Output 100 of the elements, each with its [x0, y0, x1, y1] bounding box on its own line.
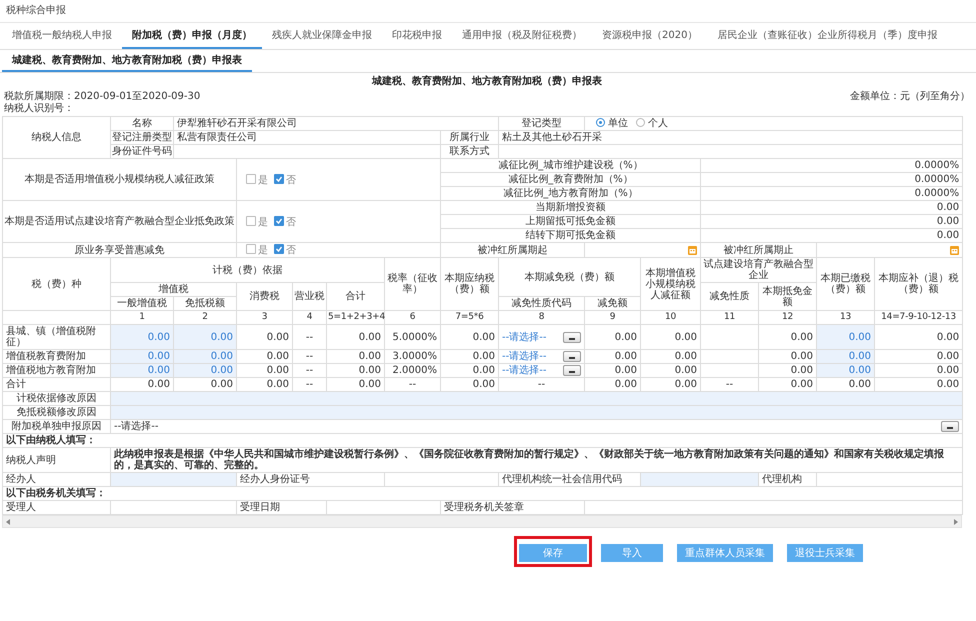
column-number: 7=5*6 — [440, 310, 499, 324]
label-cell: 所属行业 — [440, 130, 499, 144]
amount-input[interactable]: 0.00 — [110, 364, 174, 378]
action-button[interactable]: 退役士兵采集 — [787, 544, 863, 562]
value-cell: 0.00 — [584, 364, 641, 378]
radio-button[interactable] — [636, 118, 646, 127]
checkbox[interactable] — [246, 244, 256, 254]
header-cell: 本期应纳税（费）额 — [440, 258, 499, 310]
value-cell: 0.00 — [584, 350, 641, 364]
value-cell: 0.0000% — [700, 172, 963, 186]
label-cell: 经办人身份证号 — [236, 472, 384, 486]
checkbox[interactable] — [246, 216, 256, 226]
amount-input[interactable]: 0.00 — [816, 364, 875, 378]
tab[interactable]: 通用申报（税及附征税费） — [452, 23, 592, 49]
action-button[interactable]: 保存 — [519, 544, 587, 562]
header-cell: 免抵税额 — [174, 296, 236, 310]
tab[interactable]: 残疾人就业保障金申报 — [262, 23, 382, 49]
checkbox[interactable] — [274, 216, 284, 226]
label-cell: 登记注册类型 — [110, 130, 174, 144]
input-field[interactable] — [110, 472, 236, 486]
tax-period: 税款所属期限：2020-09-01至2020-09-30 — [4, 91, 200, 102]
value-cell: 0.00 — [326, 324, 384, 350]
picker-button[interactable] — [563, 332, 582, 342]
header-cell: 消费税 — [236, 282, 292, 310]
action-button[interactable]: 重点群体人员采集 — [677, 544, 773, 562]
header-cell: 减免性质代码 — [498, 296, 585, 310]
section-label: 以下由税务机关填写： — [2, 486, 963, 500]
label-cell: 代理机构统一社会信用代码 — [498, 472, 641, 486]
value-cell: -- — [292, 350, 326, 364]
action-button[interactable]: 导入 — [601, 544, 663, 562]
header-cell: 税率（征收率） — [384, 258, 440, 310]
amount-input[interactable]: 0.00 — [110, 350, 174, 364]
value-cell: 0.0000% — [700, 158, 963, 172]
horizontal-scrollbar[interactable] — [2, 515, 962, 528]
option-label: 个人 — [648, 118, 668, 129]
calendar-icon[interactable] — [950, 246, 960, 254]
checkbox[interactable] — [274, 244, 284, 254]
tab[interactable]: 附加税（费）申报（月度） — [122, 23, 262, 49]
tab[interactable]: 印花税申报 — [382, 23, 452, 49]
input-field[interactable] — [384, 472, 499, 486]
option-label: 单位 — [608, 118, 628, 129]
amount-input[interactable]: 0.00 — [174, 324, 236, 350]
amount-input[interactable]: 0.00 — [816, 324, 875, 350]
tab[interactable]: 居民企业（查账征收）企业所得税月（季）度申报 — [707, 23, 948, 49]
input-field[interactable] — [640, 472, 759, 486]
right-arrow-icon — [954, 518, 958, 524]
option-label: 是 — [258, 174, 268, 186]
column-number: 5=1+2+3+4 — [326, 310, 384, 324]
header-cell: 减免额 — [584, 296, 641, 310]
column-number: 14=7-9-10-12-13 — [874, 310, 963, 324]
label-cell: 计税依据修改原因 — [2, 392, 110, 406]
value-cell: -- — [292, 324, 326, 350]
input-field[interactable] — [816, 472, 963, 486]
checkbox[interactable] — [274, 174, 284, 184]
label-cell: 原业务享受普惠减免 — [2, 242, 236, 258]
sub-tab[interactable]: 城建税、教育费附加、地方教育附加税（费）申报表 — [2, 50, 252, 72]
tab[interactable]: 增值税一般纳税人申报 — [2, 23, 122, 49]
amount-unit: 金额单位：元（列至角分） — [850, 91, 970, 103]
radio-button[interactable] — [596, 118, 606, 127]
value-cell: 0.00 — [700, 214, 963, 228]
header-cell: 一般增值税 — [110, 296, 174, 310]
option-label: 否 — [286, 245, 296, 256]
amount-input[interactable]: 0.00 — [110, 324, 174, 350]
section-label: 以下由纳税人填写： — [2, 434, 963, 448]
label-cell: 纳税人声明 — [2, 448, 110, 472]
label-cell: 联系方式 — [440, 144, 499, 158]
label-cell: 纳税人信息 — [2, 116, 110, 158]
field-label: 纳税人识别号： — [4, 103, 74, 114]
value-cell: 0.00 — [758, 350, 817, 364]
value-cell: 3.0000% — [384, 350, 440, 364]
value-cell: 私营有限责任公司 — [174, 130, 440, 144]
amount-input[interactable]: 0.00 — [174, 364, 236, 378]
value-cell: 0.0000% — [700, 186, 963, 200]
label-cell: 减征比例_地方教育附加（%） — [440, 186, 701, 200]
header-cell: 本期已缴税（费）额 — [816, 258, 875, 310]
calendar-icon[interactable] — [688, 246, 698, 254]
label-cell: 上期留抵可抵免金额 — [440, 214, 701, 228]
left-arrow-icon — [6, 518, 10, 524]
tab[interactable]: 资源税申报（2020） — [592, 23, 708, 49]
label-cell: 经办人 — [2, 472, 110, 486]
option-label: 是 — [258, 216, 268, 228]
amount-input[interactable]: 0.00 — [816, 350, 875, 364]
label-cell: 附加税单独申报原因 — [2, 420, 110, 434]
value-cell: 0.00 — [874, 324, 963, 350]
value-cell: 0.00 — [236, 364, 292, 378]
row-label: 合计 — [2, 378, 110, 392]
amount-input[interactable]: 0.00 — [174, 350, 236, 364]
value-cell: 0.00 — [584, 324, 641, 350]
column-number: 10 — [640, 310, 701, 324]
column-number: 3 — [236, 310, 292, 324]
header-cell: 税（费）种 — [2, 258, 110, 310]
value-cell: 粘土及其他土砂石开采 — [498, 130, 963, 144]
header-cell: 减免性质 — [700, 282, 759, 310]
checkbox[interactable] — [246, 174, 256, 184]
option-label: 否 — [286, 216, 296, 228]
input-field[interactable] — [110, 392, 963, 406]
row-label: 县城、镇（增值税附征） — [2, 324, 110, 350]
header-cell: 本期抵免金额 — [758, 282, 817, 310]
input-field[interactable] — [110, 406, 963, 420]
label-cell: 本期是否适用试点建设培育产教融合型企业抵免政策 — [2, 200, 236, 242]
